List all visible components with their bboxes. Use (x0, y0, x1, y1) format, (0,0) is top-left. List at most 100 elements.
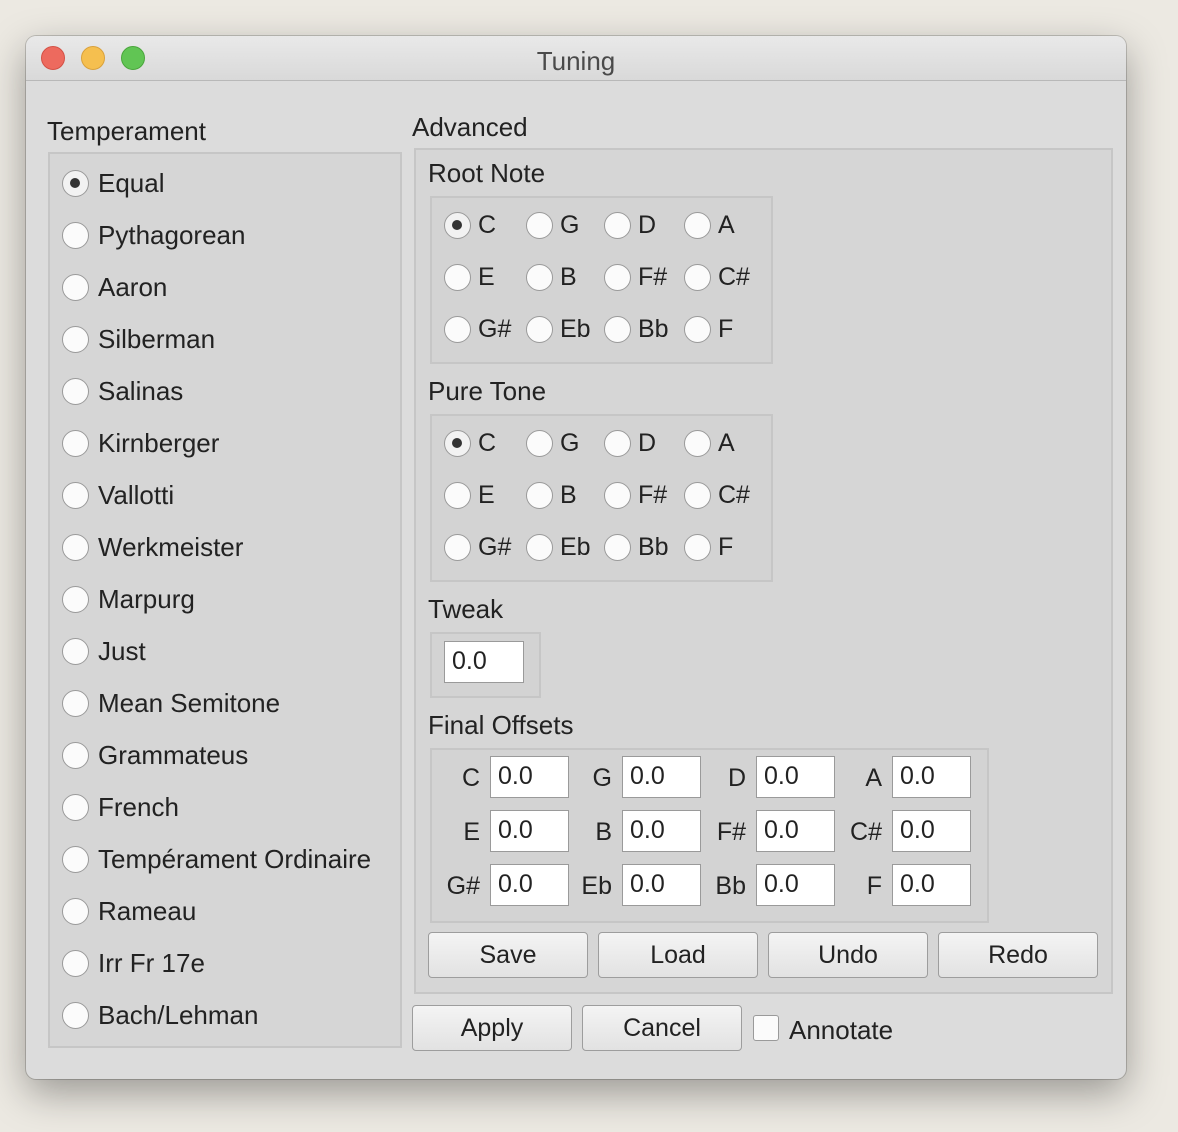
temperament-radio-french[interactable]: French (62, 791, 179, 823)
radio-button-circle[interactable] (62, 637, 89, 665)
pure-tone-radio-g[interactable]: G (526, 427, 579, 459)
offset-input-f-sharp[interactable]: 0.0 (756, 810, 835, 852)
offset-input-c[interactable]: 0.0 (490, 756, 569, 798)
root-note-radio-c-sharp[interactable]: C# (684, 261, 750, 293)
temperament-radio-werkmeister[interactable]: Werkmeister (62, 531, 243, 563)
temperament-radio-just[interactable]: Just (62, 635, 146, 667)
pure-tone-radio-e[interactable]: E (444, 479, 495, 511)
root-note-radio-c[interactable]: C (444, 209, 496, 241)
radio-button-circle[interactable] (526, 429, 553, 457)
radio-button-circle[interactable] (62, 949, 89, 977)
root-note-radio-b[interactable]: B (526, 261, 577, 293)
root-note-radio-g-sharp[interactable]: G# (444, 313, 511, 345)
offset-input-a[interactable]: 0.0 (892, 756, 971, 798)
radio-button-circle[interactable] (62, 793, 89, 821)
offset-input-g[interactable]: 0.0 (622, 756, 701, 798)
temperament-radio-equal[interactable]: Equal (62, 167, 165, 199)
pure-tone-radio-f[interactable]: F (684, 531, 733, 563)
offset-input-b[interactable]: 0.0 (622, 810, 701, 852)
radio-button-circle[interactable] (526, 263, 553, 291)
radio-button-circle[interactable] (62, 533, 89, 561)
load-button[interactable]: Load (598, 932, 758, 978)
temperament-radio-vallotti[interactable]: Vallotti (62, 479, 174, 511)
annotate-checkbox[interactable] (753, 1015, 779, 1041)
radio-button-circle[interactable] (444, 315, 471, 343)
radio-button-circle[interactable] (62, 689, 89, 717)
pure-tone-radio-eb[interactable]: Eb (526, 531, 591, 563)
radio-button-circle[interactable] (62, 1001, 89, 1029)
temperament-radio-salinas[interactable]: Salinas (62, 375, 183, 407)
root-note-radio-a[interactable]: A (684, 209, 735, 241)
radio-button-circle[interactable] (444, 533, 471, 561)
radio-button-circle[interactable] (604, 533, 631, 561)
temperament-radio-mean-semitone[interactable]: Mean Semitone (62, 687, 280, 719)
offset-input-f[interactable]: 0.0 (892, 864, 971, 906)
pure-tone-radio-a[interactable]: A (684, 427, 735, 459)
temperament-radio-marpurg[interactable]: Marpurg (62, 583, 195, 615)
pure-tone-radio-bb[interactable]: Bb (604, 531, 669, 563)
root-note-radio-g[interactable]: G (526, 209, 579, 241)
root-note-radio-f[interactable]: F (684, 313, 733, 345)
tweak-input[interactable]: 0.0 (444, 641, 524, 683)
pure-tone-radio-b[interactable]: B (526, 479, 577, 511)
apply-button[interactable]: Apply (412, 1005, 572, 1051)
radio-button-circle[interactable] (444, 481, 471, 509)
root-note-radio-bb[interactable]: Bb (604, 313, 669, 345)
radio-button-circle[interactable] (684, 263, 711, 291)
radio-button-circle[interactable] (684, 429, 711, 457)
radio-button-circle[interactable] (62, 273, 89, 301)
radio-button-circle[interactable] (62, 429, 89, 457)
radio-button-circle[interactable] (62, 897, 89, 925)
temperament-radio-aaron[interactable]: Aaron (62, 271, 167, 303)
offset-input-g-sharp[interactable]: 0.0 (490, 864, 569, 906)
radio-button-circle[interactable] (684, 533, 711, 561)
radio-button-circle[interactable] (604, 211, 631, 239)
pure-tone-radio-d[interactable]: D (604, 427, 656, 459)
temperament-radio-rameau[interactable]: Rameau (62, 895, 196, 927)
pure-tone-radio-c-sharp[interactable]: C# (684, 479, 750, 511)
offset-input-eb[interactable]: 0.0 (622, 864, 701, 906)
radio-button-circle[interactable] (604, 429, 631, 457)
radio-button-circle[interactable] (62, 585, 89, 613)
root-note-radio-d[interactable]: D (604, 209, 656, 241)
offset-input-c-sharp[interactable]: 0.0 (892, 810, 971, 852)
radio-button-circle[interactable] (444, 211, 471, 239)
radio-button-circle[interactable] (62, 221, 89, 249)
radio-button-circle[interactable] (526, 533, 553, 561)
pure-tone-radio-g-sharp[interactable]: G# (444, 531, 511, 563)
radio-button-circle[interactable] (444, 263, 471, 291)
temperament-radio-pythagorean[interactable]: Pythagorean (62, 219, 245, 251)
radio-button-circle[interactable] (526, 315, 553, 343)
radio-button-circle[interactable] (62, 325, 89, 353)
cancel-button[interactable]: Cancel (582, 1005, 742, 1051)
redo-button[interactable]: Redo (938, 932, 1098, 978)
title-bar[interactable]: Tuning (26, 36, 1126, 81)
temperament-radio-kirnberger[interactable]: Kirnberger (62, 427, 219, 459)
temperament-radio-grammateus[interactable]: Grammateus (62, 739, 248, 771)
temperament-radio-irr-fr-17e[interactable]: Irr Fr 17e (62, 947, 205, 979)
radio-button-circle[interactable] (684, 315, 711, 343)
temperament-radio-silberman[interactable]: Silberman (62, 323, 215, 355)
radio-button-circle[interactable] (62, 481, 89, 509)
radio-button-circle[interactable] (526, 211, 553, 239)
root-note-radio-e[interactable]: E (444, 261, 495, 293)
undo-button[interactable]: Undo (768, 932, 928, 978)
offset-input-e[interactable]: 0.0 (490, 810, 569, 852)
radio-button-circle[interactable] (526, 481, 553, 509)
pure-tone-radio-f-sharp[interactable]: F# (604, 479, 667, 511)
temperament-radio-temp-rament-ordinaire[interactable]: Tempérament Ordinaire (62, 843, 371, 875)
annotate-label[interactable]: Annotate (789, 1015, 893, 1046)
radio-button-circle[interactable] (604, 315, 631, 343)
radio-button-circle[interactable] (684, 211, 711, 239)
radio-button-circle[interactable] (684, 481, 711, 509)
root-note-radio-f-sharp[interactable]: F# (604, 261, 667, 293)
temperament-radio-bach-lehman[interactable]: Bach/Lehman (62, 999, 258, 1031)
radio-button-circle[interactable] (62, 845, 89, 873)
save-button[interactable]: Save (428, 932, 588, 978)
pure-tone-radio-c[interactable]: C (444, 427, 496, 459)
radio-button-circle[interactable] (604, 263, 631, 291)
radio-button-circle[interactable] (604, 481, 631, 509)
offset-input-d[interactable]: 0.0 (756, 756, 835, 798)
radio-button-circle[interactable] (62, 741, 89, 769)
radio-button-circle[interactable] (444, 429, 471, 457)
